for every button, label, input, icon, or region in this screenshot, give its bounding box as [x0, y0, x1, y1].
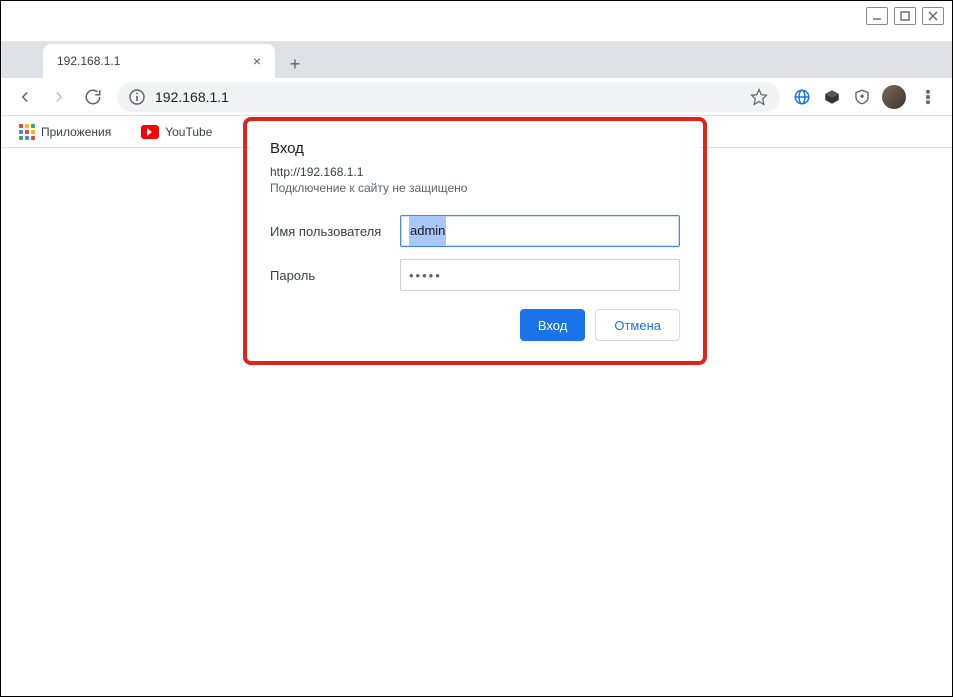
window-minimize-button[interactable] — [866, 7, 888, 25]
cancel-button[interactable]: Отмена — [595, 309, 680, 341]
username-input[interactable]: admin — [400, 215, 680, 247]
extension-shield-icon[interactable] — [848, 83, 876, 111]
window-titlebar — [1, 1, 952, 42]
tab-close-icon[interactable]: × — [249, 53, 265, 69]
dialog-origin: http://192.168.1.1 — [270, 165, 680, 179]
tab-title: 192.168.1.1 — [57, 54, 249, 68]
login-button[interactable]: Вход — [520, 309, 585, 341]
http-auth-dialog: Вход http://192.168.1.1 Подключение к са… — [250, 124, 700, 359]
browser-menu-button[interactable] — [912, 81, 944, 113]
bookmark-star-icon[interactable] — [750, 88, 768, 106]
youtube-icon — [141, 125, 159, 139]
window-close-button[interactable] — [922, 7, 944, 25]
back-button[interactable] — [9, 81, 41, 113]
username-label: Имя пользователя — [270, 224, 400, 239]
browser-toolbar: 192.168.1.1 — [1, 78, 952, 116]
window-maximize-button[interactable] — [894, 7, 916, 25]
extension-globe-icon[interactable] — [788, 83, 816, 111]
bookmark-youtube-label: YouTube — [165, 125, 212, 139]
new-tab-button[interactable]: + — [281, 50, 309, 78]
profile-avatar[interactable] — [882, 85, 906, 109]
username-value: admin — [409, 216, 446, 246]
dialog-warning: Подключение к сайту не защищено — [270, 181, 680, 195]
forward-button[interactable] — [43, 81, 75, 113]
password-label: Пароль — [270, 268, 400, 283]
password-input[interactable]: ••••• — [400, 259, 680, 291]
extension-cube-icon[interactable] — [818, 83, 846, 111]
bookmark-youtube[interactable]: YouTube — [135, 121, 218, 143]
browser-tab[interactable]: 192.168.1.1 × — [43, 44, 275, 78]
site-info-icon[interactable] — [129, 89, 145, 105]
bookmarks-apps-button[interactable]: Приложения — [13, 120, 117, 144]
address-bar[interactable]: 192.168.1.1 — [117, 82, 780, 112]
password-value: ••••• — [409, 268, 442, 283]
reload-button[interactable] — [77, 81, 109, 113]
apps-grid-icon — [19, 124, 35, 140]
url-text: 192.168.1.1 — [155, 89, 740, 105]
dialog-title: Вход — [270, 140, 680, 157]
bookmarks-apps-label: Приложения — [41, 125, 111, 139]
